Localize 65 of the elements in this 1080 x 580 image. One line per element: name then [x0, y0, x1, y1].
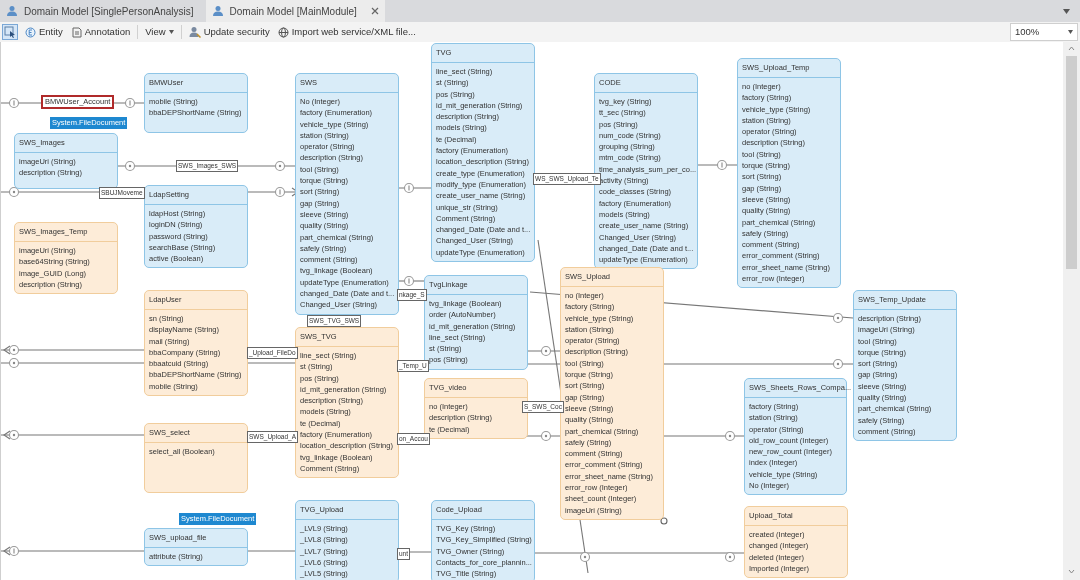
- multiplicity-many-icon: [540, 430, 552, 442]
- association-line[interactable]: [695, 164, 738, 166]
- multiplicity-one-icon: [403, 182, 415, 194]
- entity-card[interactable]: [295, 73, 399, 315]
- toolbar-button[interactable]: Annotation: [69, 24, 132, 40]
- entity-card[interactable]: [295, 327, 399, 479]
- module-icon: [211, 5, 224, 17]
- arrowhead-icon: [3, 345, 11, 355]
- entity-card[interactable]: [560, 267, 664, 520]
- multiplicity-one-icon: [403, 275, 415, 287]
- association-line[interactable]: [1, 349, 145, 351]
- multiplicity-one-icon: [8, 545, 20, 557]
- multiplicity-many-icon: [724, 430, 736, 442]
- association-line[interactable]: [662, 435, 745, 437]
- zoom-dropdown[interactable]: 100%: [1010, 23, 1078, 41]
- pointer-icon: [4, 26, 16, 38]
- multiplicity-one-icon: [716, 159, 728, 171]
- association-line[interactable]: [1, 191, 100, 193]
- multiplicity-one-icon: [8, 97, 20, 109]
- multiplicity-many-icon: [274, 160, 286, 172]
- resize-handle[interactable]: [660, 517, 668, 525]
- tab-label: Domain Model [MainModule]: [229, 4, 357, 19]
- association-line[interactable]: [246, 191, 296, 193]
- association-line[interactable]: [396, 187, 432, 189]
- multiplicity-many-icon: [540, 345, 552, 357]
- module-icon: [6, 5, 18, 17]
- multiplicity-many-icon: [8, 357, 20, 369]
- close-icon[interactable]: [370, 7, 379, 15]
- scroll-down-icon[interactable]: [1068, 569, 1075, 574]
- association-line[interactable]: [525, 435, 561, 437]
- entity-card[interactable]: [431, 43, 535, 263]
- view-menu[interactable]: View: [144, 24, 175, 40]
- multiplicity-many-icon: [8, 186, 20, 198]
- caret-icon: [168, 30, 174, 34]
- select-tool-button[interactable]: [2, 24, 18, 40]
- globe-icon: [277, 26, 289, 38]
- vertical-scrollbar[interactable]: [1063, 42, 1080, 580]
- arrowhead-icon: [3, 430, 11, 440]
- multiplicity-many-icon: [8, 429, 20, 441]
- multiplicity-many-icon: [724, 551, 736, 563]
- toolbar-button[interactable]: Import web service/XML file...: [276, 24, 417, 40]
- multiplicity-many-icon: [832, 312, 844, 324]
- multiplicity-one-icon: [124, 97, 136, 109]
- toolbar-button[interactable]: Update security: [187, 24, 271, 40]
- multiplicity-one-icon: [274, 186, 286, 198]
- entity-card[interactable]: [737, 58, 841, 289]
- tab-label: Domain Model [SinglePersonAnalysis]: [24, 4, 194, 19]
- scrollbar-thumb[interactable]: [1066, 56, 1077, 269]
- toolbar-button[interactable]: Entity: [24, 24, 64, 40]
- annotation-icon: [70, 26, 82, 38]
- multiplicity-many-icon: [8, 344, 20, 356]
- scroll-up-icon[interactable]: [1068, 46, 1075, 51]
- editor-tab[interactable]: Domain Model [MainModule]: [205, 0, 385, 22]
- multiplicity-many-icon: [832, 358, 844, 370]
- caret-icon: [1068, 30, 1073, 34]
- association-line[interactable]: [1, 550, 145, 552]
- association-line[interactable]: [1, 434, 145, 436]
- dropdown-icon[interactable]: [1063, 9, 1070, 14]
- entity-icon: [25, 26, 36, 38]
- multiplicity-many-icon: [579, 551, 591, 563]
- association-line[interactable]: [525, 350, 561, 352]
- key-person-icon: [188, 26, 201, 38]
- association-line[interactable]: [396, 280, 425, 282]
- arrowhead-icon: [3, 546, 11, 556]
- multiplicity-many-icon: [124, 160, 136, 172]
